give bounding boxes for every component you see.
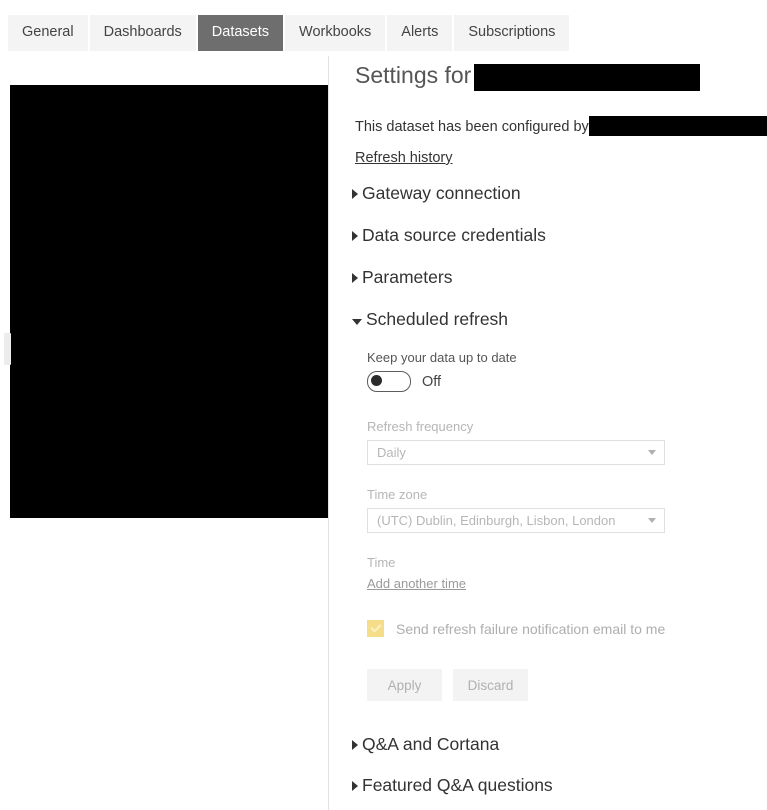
refresh-frequency-label: Refresh frequency: [367, 419, 474, 434]
page-title-text: Settings for: [355, 62, 472, 88]
section-header-parameters[interactable]: Parameters: [352, 267, 452, 288]
scheduled-refresh-body: Keep your data up to date Off Refresh fr…: [367, 350, 697, 701]
redacted-owner-name: [588, 116, 767, 136]
keep-data-up-to-date-toggle-row: Off: [367, 371, 697, 392]
chevron-down-icon: [648, 518, 656, 523]
tab-datasets[interactable]: Datasets: [197, 15, 284, 51]
dataset-settings-pane: Settings for This dataset has been confi…: [329, 0, 767, 810]
refresh-frequency-select[interactable]: Daily: [367, 440, 665, 465]
notification-checkbox-row: Send refresh failure notification email …: [367, 620, 697, 637]
keep-data-up-to-date-toggle[interactable]: [367, 371, 411, 392]
send-failure-notification-checkbox[interactable]: [367, 620, 384, 637]
chevron-right-icon: [352, 780, 358, 791]
section-header-featured-qna-questions[interactable]: Featured Q&A questions: [352, 775, 553, 796]
apply-button[interactable]: Apply: [367, 669, 442, 701]
time-zone-value: (UTC) Dublin, Edinburgh, Lisbon, London: [377, 513, 616, 528]
redacted-dataset-list: [10, 85, 328, 518]
chevron-down-icon: [352, 318, 362, 325]
tab-general[interactable]: General: [8, 15, 88, 51]
tab-dashboards[interactable]: Dashboards: [89, 15, 196, 51]
section-label: Scheduled refresh: [366, 309, 509, 329]
section-label: Featured Q&A questions: [362, 775, 553, 795]
refresh-history-link[interactable]: Refresh history: [355, 150, 453, 166]
page-title: Settings for: [355, 62, 701, 92]
section-header-qna-and-cortana[interactable]: Q&A and Cortana: [352, 734, 499, 755]
time-label: Time: [367, 555, 396, 570]
refresh-frequency-value: Daily: [377, 445, 406, 460]
time-zone-select[interactable]: (UTC) Dublin, Edinburgh, Lisbon, London: [367, 508, 665, 533]
chevron-right-icon: [352, 188, 358, 199]
keep-data-up-to-date-label: Keep your data up to date: [367, 350, 517, 365]
section-header-gateway-connection[interactable]: Gateway connection: [352, 183, 521, 204]
chevron-right-icon: [352, 230, 358, 241]
section-label: Q&A and Cortana: [362, 734, 500, 754]
toggle-state-label: Off: [422, 373, 442, 390]
send-failure-notification-label: Send refresh failure notification email …: [396, 620, 666, 637]
configured-by-line: This dataset has been configured by: [355, 116, 767, 137]
toggle-knob: [371, 375, 382, 386]
redacted-dataset-name: [474, 64, 701, 92]
chevron-right-icon: [352, 739, 358, 750]
scheduled-refresh-actions: Apply Discard: [367, 669, 697, 701]
time-zone-label: Time zone: [367, 487, 428, 502]
add-another-time-link[interactable]: Add another time: [367, 576, 697, 591]
chevron-down-icon: [648, 450, 656, 455]
dataset-list-pane: [0, 56, 329, 810]
section-header-data-source-credentials[interactable]: Data source credentials: [352, 225, 546, 246]
section-header-scheduled-refresh[interactable]: Scheduled refresh: [352, 309, 508, 330]
configured-by-text: This dataset has been configured by: [355, 118, 589, 135]
discard-button[interactable]: Discard: [453, 669, 528, 701]
section-label: Parameters: [362, 267, 453, 287]
section-label: Data source credentials: [362, 225, 546, 245]
chevron-right-icon: [352, 272, 358, 283]
scrollbar-thumb[interactable]: [4, 333, 11, 365]
section-label: Gateway connection: [362, 183, 521, 203]
